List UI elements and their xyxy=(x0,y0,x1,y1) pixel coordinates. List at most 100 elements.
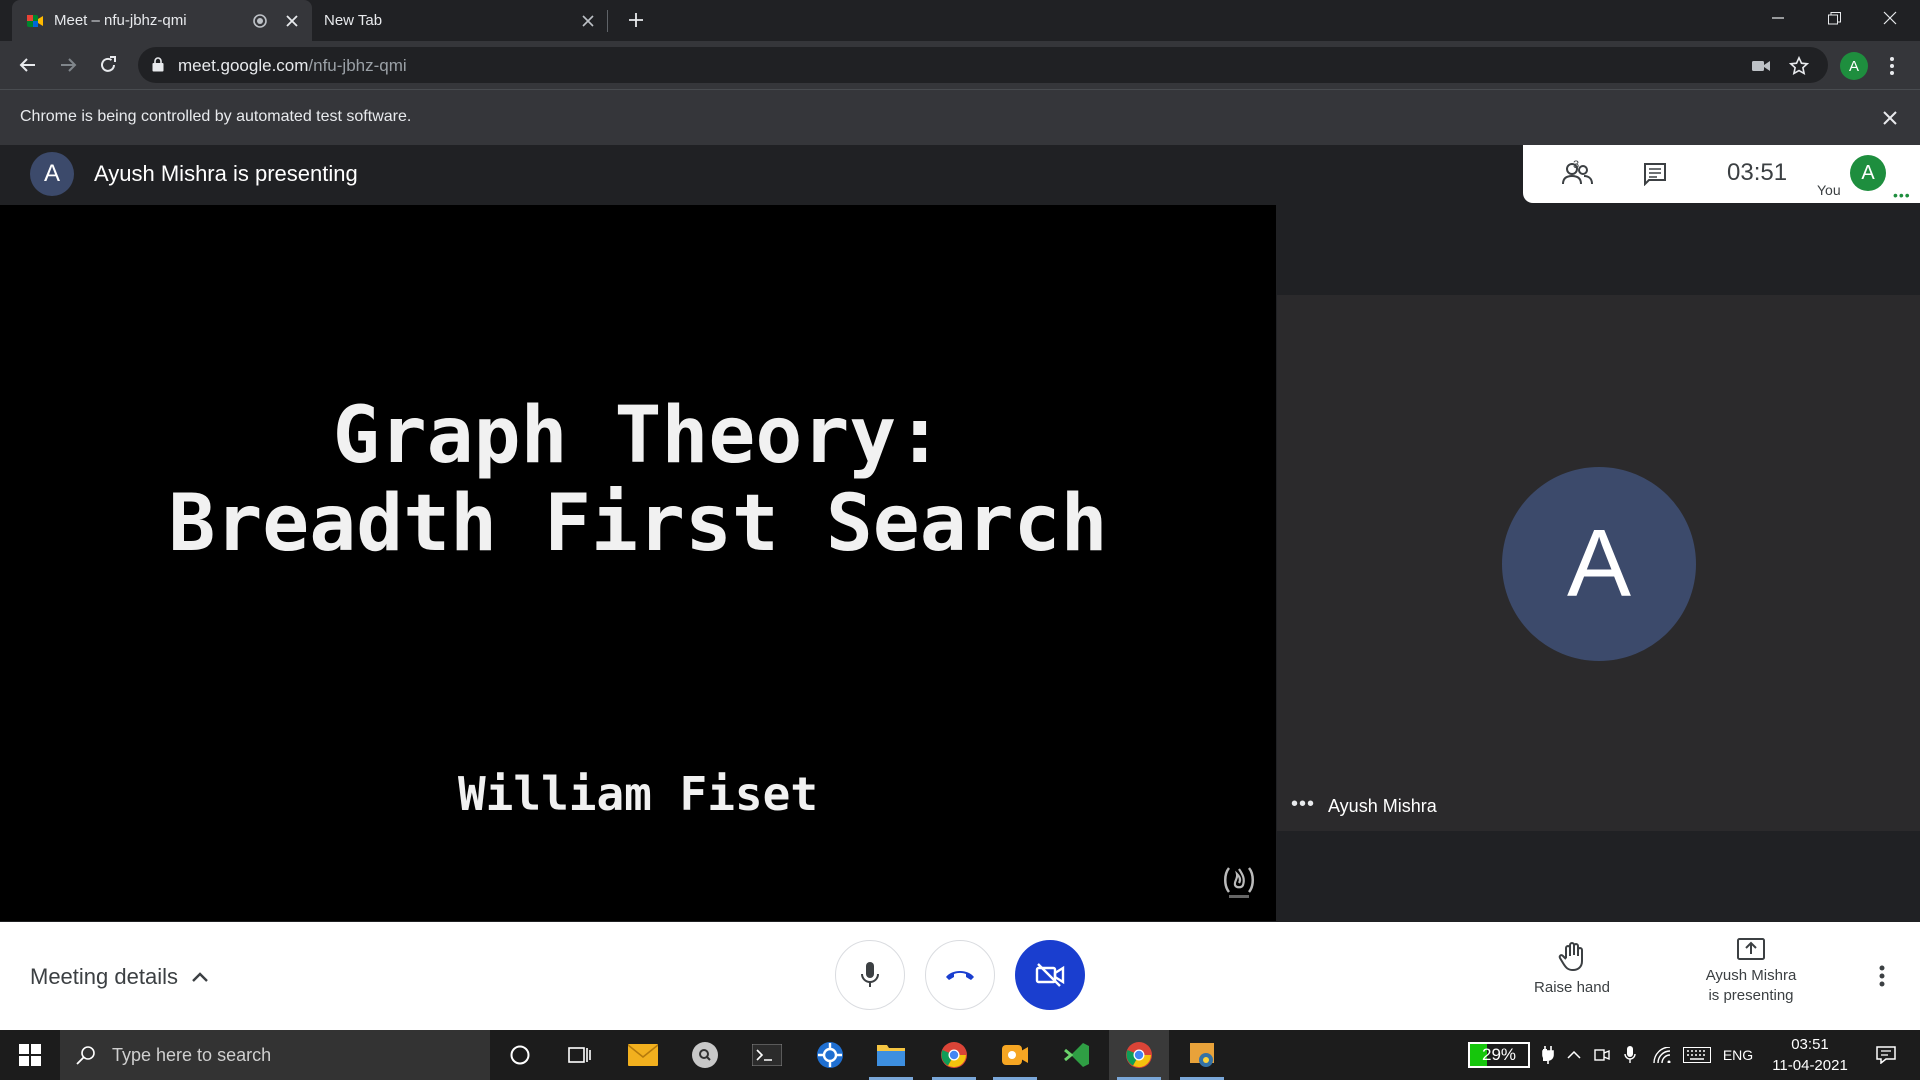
infobar-close-button[interactable] xyxy=(1878,106,1902,130)
self-audio-indicator-icon: ••• xyxy=(1893,187,1911,203)
meeting-info-card: 3 03:51 You A ••• xyxy=(1523,145,1920,203)
start-button[interactable] xyxy=(0,1030,60,1080)
input-language[interactable]: ENG xyxy=(1718,1030,1758,1080)
presenting-banner: Ayush Mishra is presenting xyxy=(94,161,358,186)
tab-new-tab[interactable]: New Tab xyxy=(312,0,608,41)
python-app-icon xyxy=(1190,1043,1214,1067)
close-tab-icon[interactable] xyxy=(576,9,600,33)
lock-icon[interactable] xyxy=(152,57,164,77)
search-icon xyxy=(76,1046,95,1065)
slide-title-line-1: Graph Theory: xyxy=(332,391,944,481)
task-view-button[interactable] xyxy=(550,1030,610,1080)
mail-icon xyxy=(628,1044,658,1066)
more-vert-icon xyxy=(1890,57,1894,75)
chevron-up-icon xyxy=(192,972,208,982)
meeting-details-label: Meeting details xyxy=(30,964,178,989)
microphone-button[interactable] xyxy=(835,940,905,1010)
taskbar-media-app[interactable] xyxy=(985,1030,1045,1080)
meeting-clock: 03:51 xyxy=(1727,159,1788,186)
self-avatar[interactable]: A xyxy=(1850,155,1886,191)
battery-percent: 29% xyxy=(1481,1045,1517,1064)
slide-title-line-2: Breadth First Search xyxy=(168,479,1108,569)
close-window-button[interactable] xyxy=(1862,0,1918,36)
taskbar-chrome-1[interactable] xyxy=(924,1030,984,1080)
system-clock[interactable]: 03:51 11-04-2021 xyxy=(1760,1034,1860,1076)
self-label: You xyxy=(1817,182,1841,198)
taskbar-file-explorer[interactable] xyxy=(861,1030,921,1080)
forward-arrow-icon xyxy=(61,58,77,72)
taskbar-mail-app[interactable] xyxy=(613,1030,673,1080)
terminal-icon xyxy=(752,1044,782,1066)
presenter-header: A Ayush Mishra is presenting xyxy=(0,145,1276,203)
tab-title: Meet – nfu-jbhz-qmi xyxy=(54,12,187,29)
folder-icon xyxy=(877,1045,905,1066)
raise-hand-button[interactable]: Raise hand xyxy=(1520,942,1624,998)
infobar-message: Chrome is being controlled by automated … xyxy=(20,108,412,125)
notifications-icon[interactable] xyxy=(1866,1030,1906,1080)
present-screen-icon xyxy=(1737,938,1765,960)
minimize-window-button[interactable] xyxy=(1750,0,1806,36)
meeting-details-button[interactable]: Meeting details xyxy=(30,964,208,990)
meet-stage: A Ayush Mishra is presenting 3 03:51 You… xyxy=(0,145,1920,922)
close-tab-icon[interactable] xyxy=(280,9,304,33)
more-options-button[interactable] xyxy=(1870,960,1894,992)
code-editor-icon xyxy=(1064,1043,1089,1067)
browser-tab-strip: Meet – nfu-jbhz-qmi New Tab xyxy=(0,0,1920,41)
leave-call-button[interactable] xyxy=(925,940,995,1010)
taskbar-chrome-2[interactable] xyxy=(1109,1030,1169,1080)
task-view-icon xyxy=(568,1047,591,1063)
clock-time: 03:51 xyxy=(1791,1036,1829,1053)
participant-avatar: A xyxy=(1502,467,1696,661)
chrome-menu-button[interactable] xyxy=(1880,52,1904,80)
back-button[interactable] xyxy=(14,51,42,79)
tab-separator xyxy=(607,10,608,32)
wifi-icon[interactable] xyxy=(1648,1030,1676,1080)
taskbar-terminal-app[interactable] xyxy=(737,1030,797,1080)
keyboard-icon[interactable] xyxy=(1680,1030,1714,1080)
gear-app-icon xyxy=(817,1042,843,1068)
taskbar-python-app[interactable] xyxy=(1172,1030,1232,1080)
taskbar-search-box[interactable]: Type here to search xyxy=(60,1030,490,1080)
show-hidden-icons-chevron-icon[interactable] xyxy=(1562,1030,1586,1080)
people-button[interactable] xyxy=(1543,145,1613,203)
presenting-status-button[interactable]: Ayush Mishra is presenting xyxy=(1690,938,1812,1006)
presenting-label-line-1: Ayush Mishra xyxy=(1705,967,1797,984)
forward-button[interactable] xyxy=(54,51,82,79)
bookmark-star-icon[interactable] xyxy=(1788,55,1810,77)
participant-speaking-indicator-icon: ••• xyxy=(1291,793,1316,815)
chat-button[interactable] xyxy=(1623,145,1687,203)
media-recording-icon xyxy=(248,9,272,33)
chrome-profile-avatar[interactable]: A xyxy=(1840,52,1868,80)
clock-date: 11-04-2021 xyxy=(1772,1057,1848,1074)
microphone-tray-icon[interactable] xyxy=(1618,1030,1642,1080)
url-text: meet.google.com/nfu-jbhz-qmi xyxy=(178,56,407,76)
slide-title: Graph Theory: Breadth First Search xyxy=(0,392,1276,568)
raise-hand-icon xyxy=(1558,942,1583,972)
battery-indicator[interactable]: 29% xyxy=(1468,1042,1530,1068)
taskbar-search-app[interactable] xyxy=(675,1030,735,1080)
taskbar-settings-app[interactable] xyxy=(800,1030,860,1080)
close-icon xyxy=(1883,111,1897,125)
browser-toolbar: meet.google.com/nfu-jbhz-qmi xyxy=(0,41,1920,89)
restore-icon xyxy=(1827,11,1841,24)
cortana-icon xyxy=(510,1045,530,1065)
webcam-tray-icon[interactable] xyxy=(1590,1030,1614,1080)
presenting-label-line-2: is presenting xyxy=(1708,987,1794,1004)
tab-meet[interactable]: Meet – nfu-jbhz-qmi xyxy=(12,0,312,41)
camera-in-use-icon[interactable] xyxy=(1750,55,1772,77)
url-host: meet.google.com xyxy=(178,56,309,75)
participant-tile[interactable]: A ••• Ayush Mishra xyxy=(1277,295,1920,831)
restore-window-button[interactable] xyxy=(1806,0,1862,36)
reload-button[interactable] xyxy=(94,51,122,79)
new-tab-button[interactable] xyxy=(624,8,648,32)
automation-infobar: Chrome is being controlled by automated … xyxy=(0,89,1920,145)
chrome-icon xyxy=(1126,1042,1152,1068)
presenter-avatar: A xyxy=(30,152,74,196)
camera-toggle-button[interactable] xyxy=(1015,940,1085,1010)
windows-logo-icon xyxy=(19,1044,41,1066)
address-bar[interactable]: meet.google.com/nfu-jbhz-qmi xyxy=(138,47,1828,83)
taskbar-vscode-app[interactable] xyxy=(1047,1030,1107,1080)
plus-icon xyxy=(629,13,643,27)
cortana-button[interactable] xyxy=(490,1030,550,1080)
chat-icon xyxy=(1644,163,1666,186)
